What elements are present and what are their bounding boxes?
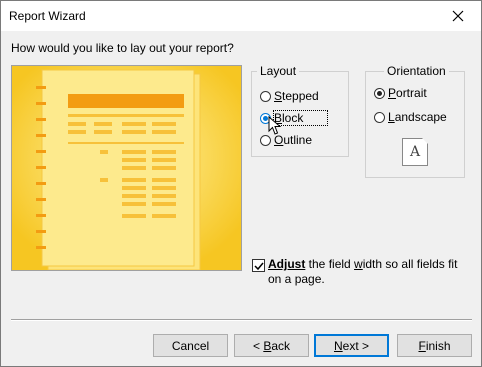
page-orientation-icon: A xyxy=(402,138,428,166)
cancel-button-label: Cancel xyxy=(171,338,210,353)
orientation-icon-letter: A xyxy=(409,144,421,160)
orientation-group: Orientation Portrait Landscape A xyxy=(365,64,465,178)
radio-stepped[interactable]: Stepped xyxy=(260,89,319,103)
layout-group-label: Layout xyxy=(257,64,300,78)
radio-landscape-circle[interactable] xyxy=(374,111,385,123)
radio-outline-circle[interactable] xyxy=(260,134,271,146)
cancel-button[interactable]: Cancel xyxy=(153,334,228,357)
orientation-group-label: Orientation xyxy=(384,64,449,78)
next-button[interactable]: Next > xyxy=(314,334,389,357)
back-button-label: < Back xyxy=(252,338,291,353)
radio-landscape[interactable]: Landscape xyxy=(374,110,447,124)
title-bar: Report Wizard xyxy=(1,1,481,31)
radio-landscape-label: Landscape xyxy=(388,110,447,124)
report-layout-preview xyxy=(11,65,242,271)
adjust-checkbox-label: Adjust the field width so all fields fit… xyxy=(268,257,458,286)
radio-stepped-circle[interactable] xyxy=(260,90,271,102)
checkmark-icon xyxy=(253,262,264,270)
report-wizard-dialog: Report Wizard How would you like to lay … xyxy=(0,0,482,367)
finish-button[interactable]: Finish xyxy=(397,334,472,357)
window-title: Report Wizard xyxy=(9,9,86,23)
radio-portrait[interactable]: Portrait xyxy=(374,86,427,100)
close-icon[interactable] xyxy=(435,1,481,31)
layout-question: How would you like to lay out your repor… xyxy=(11,41,234,55)
adjust-checkbox-box[interactable] xyxy=(252,259,265,272)
radio-portrait-circle[interactable] xyxy=(374,87,385,99)
next-button-label: Next > xyxy=(333,338,370,353)
back-button[interactable]: < Back xyxy=(234,334,309,357)
radio-stepped-label: Stepped xyxy=(274,89,319,103)
divider xyxy=(11,319,472,321)
finish-button-label: Finish xyxy=(418,338,451,353)
radio-block-label: Block xyxy=(272,110,329,126)
layout-group: Layout Stepped Block Outline xyxy=(251,64,349,157)
radio-portrait-label: Portrait xyxy=(388,86,427,100)
mouse-pointer-icon xyxy=(268,116,282,135)
